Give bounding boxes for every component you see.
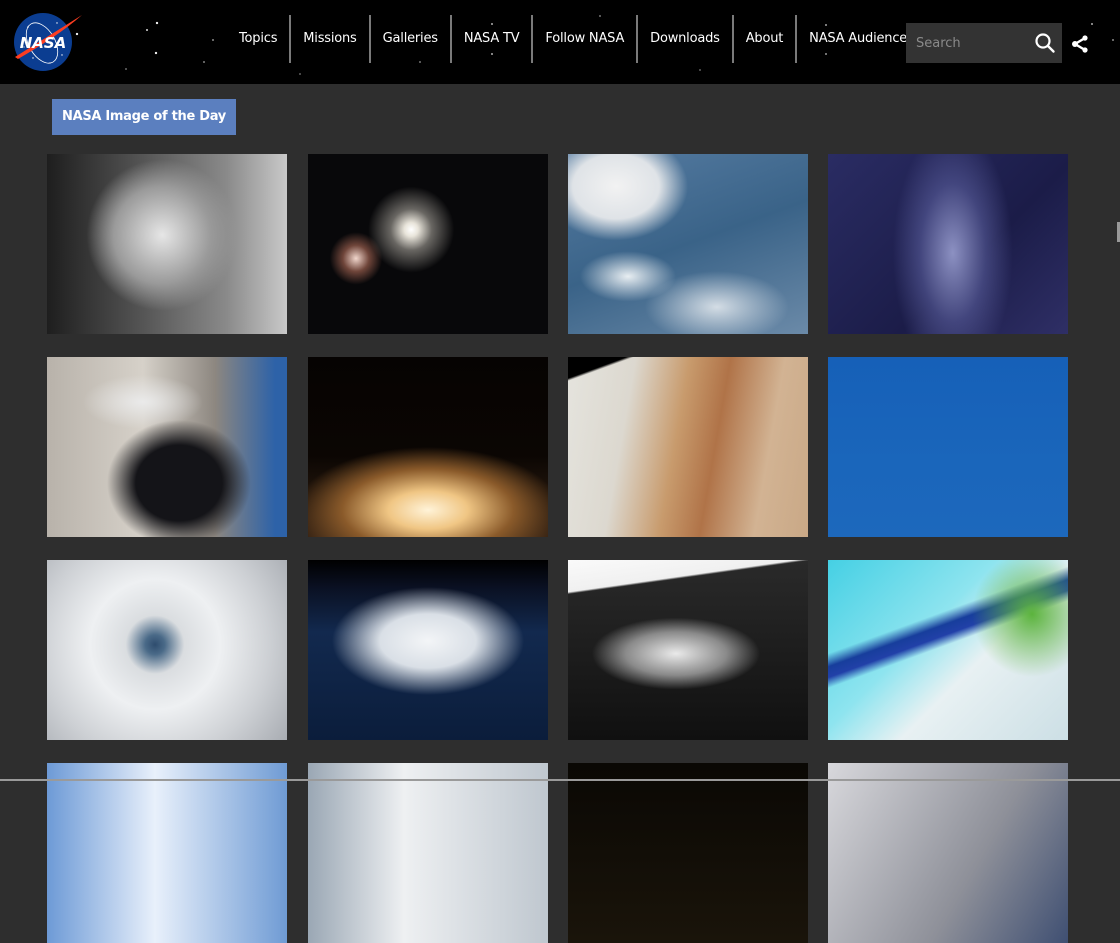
gallery-image-rocket-launch-night[interactable]	[308, 357, 548, 537]
gallery-image-hurricane-from-iss[interactable]	[308, 560, 548, 740]
search-button[interactable]	[1034, 32, 1056, 54]
nav-downloads[interactable]: Downloads	[638, 15, 732, 63]
nav-galleries[interactable]: Galleries	[371, 15, 450, 63]
gallery-image-partial-row-sky[interactable]	[47, 763, 287, 943]
nav-nasa-tv[interactable]: NASA TV	[452, 15, 532, 63]
site-header: NASA Topics Missions Galleries NASA TV F…	[0, 0, 1120, 84]
gallery-image-partial-row-night[interactable]	[568, 763, 808, 943]
gallery-image-galaxy-bright-core[interactable]	[308, 154, 548, 334]
nav-missions[interactable]: Missions	[291, 15, 368, 63]
gallery-image-partial-row-clouds[interactable]	[308, 763, 548, 943]
gallery-image-ceres-crater-bw[interactable]	[568, 560, 808, 740]
gallery-image-cubesat-over-earth[interactable]	[568, 154, 808, 334]
nav-topics[interactable]: Topics	[227, 15, 289, 63]
main-nav: Topics Missions Galleries NASA TV Follow…	[227, 15, 934, 63]
share-icon	[1072, 35, 1088, 53]
page-title: NASA Image of the Day	[52, 99, 236, 135]
search-box	[906, 22, 1062, 64]
nav-about[interactable]: About	[734, 15, 795, 63]
gallery-image-astronaut-with-camera-iss[interactable]	[47, 357, 287, 537]
search-icon	[1035, 33, 1055, 53]
share-button[interactable]	[1071, 35, 1089, 53]
gallery-image-astronaut-in-helmet-bw[interactable]	[47, 154, 287, 334]
gallery-image-hurricane-eye[interactable]	[47, 560, 287, 740]
gallery-image-aircraft-blue-sky[interactable]	[828, 357, 1068, 537]
gallery-image-partial-row-station[interactable]	[828, 763, 1068, 943]
gallery-image-jupiter-clouds[interactable]	[568, 357, 808, 537]
search-input[interactable]	[906, 22, 1030, 64]
logo-wordmark: NASA	[20, 34, 67, 52]
gallery-image-glacier-false-color[interactable]	[828, 560, 1068, 740]
nav-follow-nasa[interactable]: Follow NASA	[533, 15, 636, 63]
nasa-logo[interactable]: NASA	[12, 11, 84, 73]
gallery-image-milky-way[interactable]	[828, 154, 1068, 334]
